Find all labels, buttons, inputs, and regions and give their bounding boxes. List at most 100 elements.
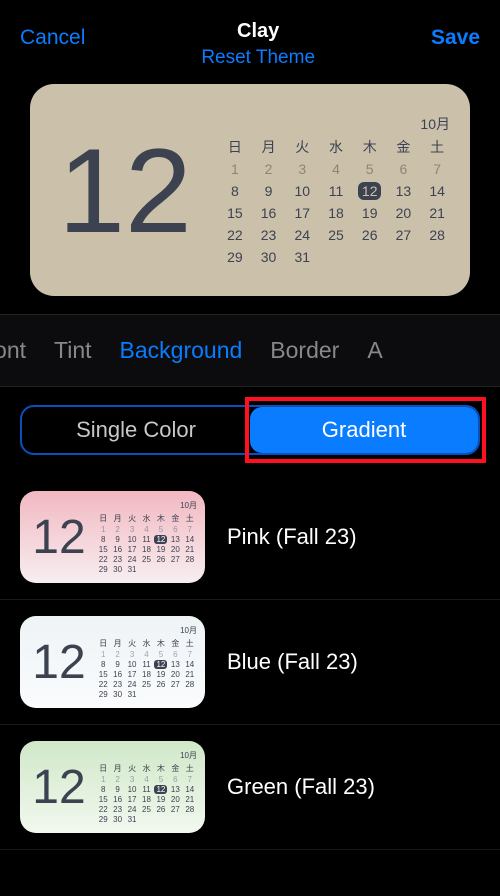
category-tabs: Font Tint Background Border A xyxy=(0,314,500,387)
gradient-option-row[interactable]: 1210月日月火水木金土1234567891011121314151617181… xyxy=(0,475,500,600)
calendar-day: 27 xyxy=(168,679,182,689)
gradient-thumbnail: 1210月日月火水木金土1234567891011121314151617181… xyxy=(20,491,205,583)
calendar-day: 22 xyxy=(96,804,110,814)
calendar-day: 22 xyxy=(218,224,252,246)
tab-background[interactable]: Background xyxy=(120,337,243,364)
weekday-label: 月 xyxy=(110,762,124,774)
gradient-option-label: Green (Fall 23) xyxy=(227,774,375,800)
calendar-day: 9 xyxy=(110,534,124,544)
calendar-day: 5 xyxy=(154,524,168,534)
calendar-day: 23 xyxy=(110,679,124,689)
calendar-day: 21 xyxy=(420,202,454,224)
calendar-day: 4 xyxy=(139,649,153,659)
calendar-day: 28 xyxy=(420,224,454,246)
calendar-day: 27 xyxy=(387,224,421,246)
calendar-day: 11 xyxy=(319,180,353,202)
calendar-day: 26 xyxy=(154,804,168,814)
calendar-day: 30 xyxy=(110,689,124,699)
calendar-day: 14 xyxy=(420,180,454,202)
weekday-label: 月 xyxy=(110,637,124,649)
calendar-day: 17 xyxy=(125,669,139,679)
widget-preview-area: 12 10月 日月火水木金土12345678910111213141516171… xyxy=(0,72,500,314)
weekday-label: 水 xyxy=(319,136,353,158)
calendar-day: 29 xyxy=(96,564,110,574)
calendar-day: 15 xyxy=(96,794,110,804)
gradient-thumbnail: 1210月日月火水木金土1234567891011121314151617181… xyxy=(20,616,205,708)
segment-gradient[interactable]: Gradient xyxy=(250,407,478,453)
calendar-day: 3 xyxy=(125,524,139,534)
header-center: Clay Reset Theme xyxy=(201,20,315,69)
calendar-day: 30 xyxy=(110,814,124,824)
calendar-day: 15 xyxy=(96,544,110,554)
calendar-day: 16 xyxy=(252,202,286,224)
calendar-day: 2 xyxy=(252,158,286,180)
calendar-day: 19 xyxy=(154,669,168,679)
segmented-control-wrap: Single Color Gradient xyxy=(0,387,500,475)
weekday-label: 火 xyxy=(285,136,319,158)
calendar-day: 20 xyxy=(168,669,182,679)
calendar-day: 31 xyxy=(125,689,139,699)
tab-tint[interactable]: Tint xyxy=(54,337,92,364)
tab-more[interactable]: A xyxy=(367,337,382,364)
calendar-day: 3 xyxy=(125,649,139,659)
calendar-day: 9 xyxy=(110,784,124,794)
weekday-label: 金 xyxy=(168,512,182,524)
calendar-day: 16 xyxy=(110,544,124,554)
calendar-day: 23 xyxy=(252,224,286,246)
calendar-day: 25 xyxy=(319,224,353,246)
calendar-day: 26 xyxy=(353,224,387,246)
weekday-label: 金 xyxy=(387,136,421,158)
calendar-day: 12 xyxy=(353,180,387,202)
reset-theme-button[interactable]: Reset Theme xyxy=(201,47,315,69)
weekday-label: 水 xyxy=(139,762,153,774)
weekday-label: 金 xyxy=(168,762,182,774)
calendar-day: 25 xyxy=(139,804,153,814)
cancel-button[interactable]: Cancel xyxy=(20,20,85,50)
calendar-day: 28 xyxy=(183,554,197,564)
calendar-day: 11 xyxy=(139,784,153,794)
calendar-day: 21 xyxy=(183,794,197,804)
preview-day-number: 12 xyxy=(40,131,210,251)
calendar-day: 12 xyxy=(154,659,168,669)
calendar-day: 10 xyxy=(125,784,139,794)
widget-preview: 12 10月 日月火水木金土12345678910111213141516171… xyxy=(30,84,470,296)
weekday-label: 木 xyxy=(154,762,168,774)
gradient-option-row[interactable]: 1210月日月火水木金土1234567891011121314151617181… xyxy=(0,600,500,725)
weekday-label: 土 xyxy=(183,512,197,524)
calendar-day: 27 xyxy=(168,804,182,814)
weekday-label: 木 xyxy=(353,136,387,158)
gradient-option-list: 1210月日月火水木金土1234567891011121314151617181… xyxy=(0,475,500,850)
calendar-day: 24 xyxy=(285,224,319,246)
weekday-label: 火 xyxy=(125,637,139,649)
calendar-day: 31 xyxy=(125,564,139,574)
calendar-day: 18 xyxy=(139,544,153,554)
weekday-label: 金 xyxy=(168,637,182,649)
calendar-day: 12 xyxy=(154,534,168,544)
calendar-day: 29 xyxy=(96,814,110,824)
weekday-label: 水 xyxy=(139,512,153,524)
calendar-day: 6 xyxy=(168,649,182,659)
calendar-day: 1 xyxy=(96,524,110,534)
calendar-day: 5 xyxy=(154,649,168,659)
calendar-day: 30 xyxy=(252,246,286,268)
calendar-day: 23 xyxy=(110,804,124,814)
thumb-calendar: 10月日月火水木金土123456789101112131415161718192… xyxy=(96,625,197,699)
save-button[interactable]: Save xyxy=(431,20,480,50)
segment-single-color[interactable]: Single Color xyxy=(22,407,250,453)
calendar-day: 9 xyxy=(252,180,286,202)
calendar-day: 6 xyxy=(168,774,182,784)
calendar-day: 8 xyxy=(96,784,110,794)
tab-border[interactable]: Border xyxy=(270,337,339,364)
gradient-option-row[interactable]: 1210月日月火水木金土1234567891011121314151617181… xyxy=(0,725,500,850)
weekday-label: 日 xyxy=(96,762,110,774)
weekday-label: 火 xyxy=(125,762,139,774)
calendar-day: 24 xyxy=(125,554,139,564)
calendar-day: 10 xyxy=(125,534,139,544)
tab-font[interactable]: Font xyxy=(0,337,26,364)
weekday-label: 土 xyxy=(183,762,197,774)
calendar-day: 2 xyxy=(110,524,124,534)
calendar-day: 29 xyxy=(218,246,252,268)
calendar-day: 1 xyxy=(96,649,110,659)
calendar-day: 22 xyxy=(96,679,110,689)
calendar-day: 17 xyxy=(125,794,139,804)
